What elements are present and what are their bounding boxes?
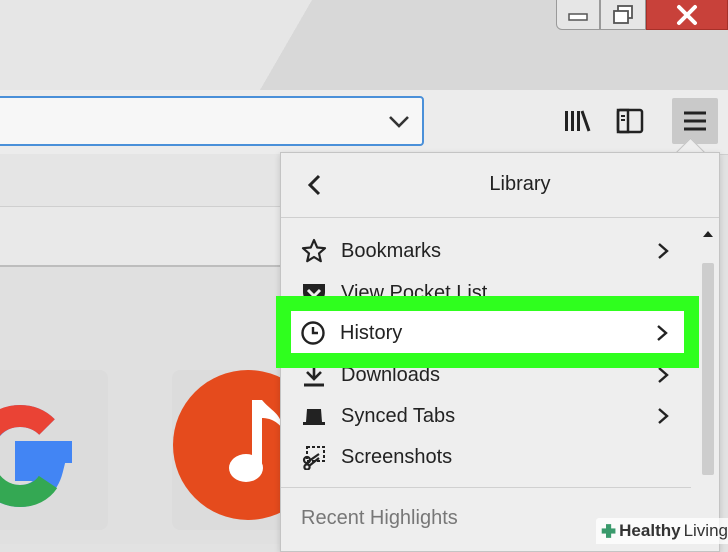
synced-tabs-icon (303, 409, 325, 425)
hamburger-icon (684, 111, 706, 131)
watermark-brand-bold: Healthy (619, 521, 681, 540)
navigation-toolbar (0, 90, 728, 155)
open-menu-button[interactable] (672, 98, 718, 144)
star-icon (301, 238, 327, 263)
menu-item-label: Bookmarks (341, 239, 442, 262)
panel-scrollbar[interactable] (697, 223, 719, 519)
watermark-brand-rest: Living (683, 521, 728, 540)
close-window-button[interactable] (646, 0, 728, 30)
panel-title-text: Library (489, 173, 551, 195)
menu-item-label: Screenshots (341, 445, 453, 468)
menu-item-bookmarks[interactable]: Bookmarks (281, 231, 691, 271)
scroll-up-arrow-icon[interactable] (701, 227, 715, 241)
search-strip (0, 207, 300, 267)
panel-header: Library (281, 153, 719, 218)
panel-divider (281, 487, 691, 488)
scrollbar-thumb[interactable] (702, 263, 714, 475)
close-icon (677, 4, 697, 25)
healthy-living-watermark: Healthy Living (596, 518, 728, 544)
restore-icon (613, 4, 633, 24)
clock-icon (301, 321, 325, 345)
chevron-right-icon (658, 408, 669, 424)
bookmarks-toolbar (0, 154, 300, 207)
minimize-button[interactable] (556, 0, 600, 30)
minimize-icon (568, 12, 588, 21)
google-logo-icon (0, 404, 72, 508)
menu-item-screenshots[interactable]: Screenshots (281, 437, 691, 477)
menu-item-history[interactable]: History (280, 313, 690, 353)
screenshot-icon (302, 446, 325, 470)
panel-title: Library (281, 173, 719, 196)
chevron-right-icon (657, 325, 668, 341)
chevron-right-icon (658, 367, 669, 383)
library-icon[interactable] (562, 106, 592, 136)
menu-item-label: Synced Tabs (341, 404, 456, 427)
plus-cross-icon (601, 524, 616, 538)
menu-item-label: History (340, 321, 403, 344)
sidebar-icon[interactable] (615, 106, 645, 136)
address-bar[interactable] (0, 96, 424, 146)
restore-button[interactable] (600, 0, 646, 30)
menu-item-synced-tabs[interactable]: Synced Tabs (281, 396, 691, 436)
chevron-down-icon[interactable] (386, 108, 412, 134)
recent-highlights-heading: Recent Highlights (301, 507, 458, 529)
chevron-right-icon (658, 243, 669, 259)
